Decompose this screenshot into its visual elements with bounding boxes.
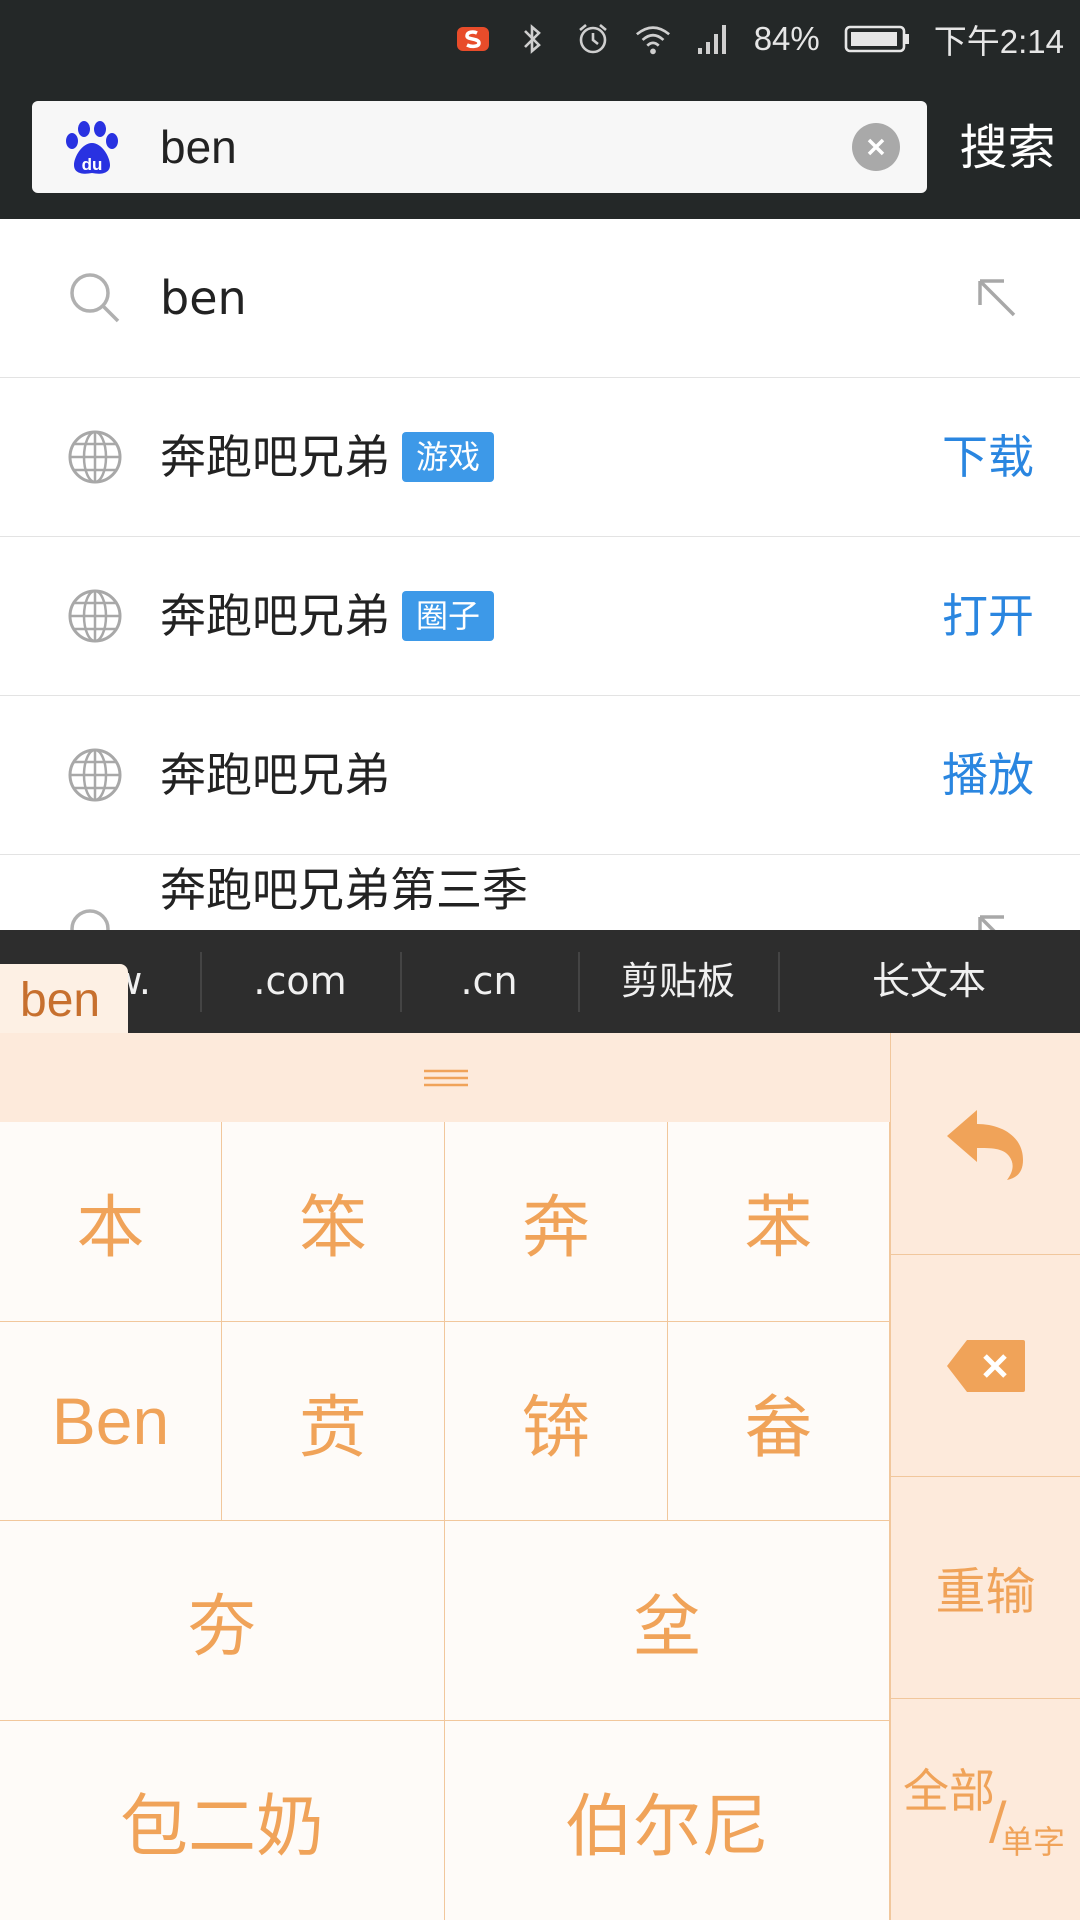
cell-signal-icon	[694, 20, 732, 58]
clock: 下午2:14	[933, 23, 1064, 60]
suggestion-item[interactable]: ben	[0, 219, 1080, 379]
suggestion-item[interactable]: 奔跑吧兄弟 圈子 打开	[0, 537, 1080, 697]
battery-icon	[842, 20, 912, 58]
candidate-key[interactable]: 伯尔尼	[445, 1721, 890, 1920]
search-header: du ben 搜索	[0, 78, 1080, 219]
return-arrow-icon	[946, 1109, 1023, 1180]
candidate-drag-handle[interactable]	[0, 1033, 890, 1123]
candidate-key[interactable]: 锛	[445, 1322, 668, 1521]
candidate-key[interactable]: 坌	[445, 1521, 890, 1721]
status-bar: 84% 下午2:14	[0, 0, 1080, 78]
clear-search-button[interactable]	[852, 123, 900, 171]
ime-candidate-panel: 本 笨 奔 苯 Ben 贲 锛 畚 夯 坌 包二奶 伯尔尼 重输 全部 / 单字	[0, 1033, 1080, 1920]
candidate-key[interactable]: 畚	[668, 1322, 890, 1521]
candidate-key[interactable]: 包二奶	[0, 1721, 445, 1920]
backspace-icon	[946, 1339, 1025, 1392]
open-action[interactable]: 打开	[942, 537, 1034, 695]
quick-cn[interactable]: .cn	[400, 930, 578, 1033]
ime-quick-bar: www. .com .cn 剪贴板 长文本	[0, 930, 1080, 1033]
svg-text:du: du	[82, 155, 103, 174]
status-icons: 84% 下午2:14	[454, 0, 1064, 78]
globe-icon	[66, 587, 124, 645]
download-action[interactable]: 下载	[942, 378, 1034, 536]
backspace-key[interactable]	[890, 1255, 1080, 1477]
suggestion-item[interactable]: 奔跑吧兄弟 游戏 下载	[0, 378, 1080, 538]
candidate-key[interactable]: 奔	[445, 1122, 668, 1322]
long-text-button[interactable]: 长文本	[778, 930, 1080, 1033]
return-key[interactable]	[890, 1033, 1080, 1255]
close-icon	[867, 138, 885, 156]
candidate-key[interactable]: 苯	[668, 1122, 890, 1322]
wifi-icon	[634, 20, 672, 58]
suggestion-title: 奔跑吧兄弟	[160, 430, 390, 484]
toggle-main-label: 全部	[903, 1764, 995, 1818]
suggestion-text: 奔跑吧兄弟 游戏	[160, 378, 495, 536]
alarm-icon	[574, 20, 612, 58]
baidu-logo-icon: du	[62, 117, 122, 177]
suggestion-tag: 圈子	[402, 590, 495, 641]
play-action[interactable]: 播放	[942, 696, 1034, 854]
battery-percent: 84%	[753, 20, 820, 57]
globe-icon	[66, 746, 124, 804]
search-box[interactable]: du ben	[32, 101, 927, 193]
search-icon	[66, 269, 124, 327]
clipboard-button[interactable]: 剪贴板	[578, 930, 778, 1033]
reset-key[interactable]: 重输	[890, 1477, 1080, 1699]
fill-query-arrow-icon[interactable]	[970, 271, 1024, 325]
suggestion-text: ben	[160, 271, 247, 325]
candidate-key[interactable]: 夯	[0, 1521, 445, 1721]
search-input[interactable]: ben	[160, 101, 237, 193]
candidate-key[interactable]: 笨	[222, 1122, 445, 1322]
sogou-ime-icon	[454, 20, 492, 58]
suggestion-title: 奔跑吧兄弟	[160, 589, 390, 643]
candidate-key[interactable]: 本	[0, 1122, 222, 1322]
suggestion-tag: 游戏	[402, 431, 495, 482]
globe-icon	[66, 428, 124, 486]
ime-composition: ben	[0, 964, 128, 1034]
suggestion-text: 奔跑吧兄弟 圈子	[160, 537, 495, 695]
toggle-all-single-key[interactable]: 全部 / 单字	[890, 1699, 1080, 1920]
toggle-sub-label: 单字	[1001, 1823, 1066, 1861]
candidate-key[interactable]: Ben	[0, 1322, 222, 1521]
search-button[interactable]: 搜索	[950, 78, 1065, 219]
drag-handle-icon	[424, 1069, 468, 1087]
candidate-key[interactable]: 贲	[222, 1322, 445, 1521]
bluetooth-icon	[514, 20, 552, 58]
quick-com[interactable]: .com	[200, 930, 400, 1033]
